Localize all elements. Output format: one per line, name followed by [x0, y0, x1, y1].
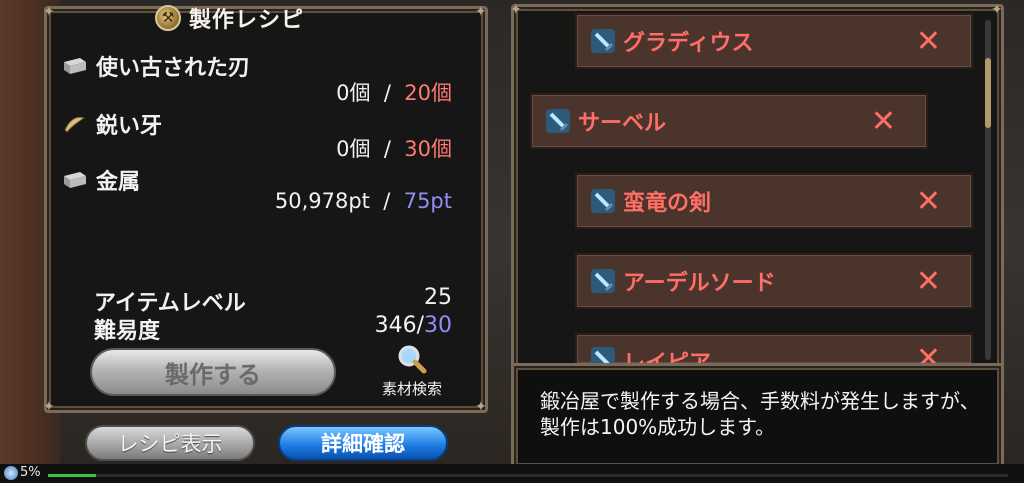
- material-name: 鋭い牙: [96, 114, 163, 139]
- material-row: 鋭い牙: [60, 108, 162, 140]
- material-quantity: 50,978pt / 75pt: [274, 189, 452, 213]
- panel-title: ⚒ 製作レシピ: [155, 2, 304, 34]
- difficulty-value: 346/30: [374, 313, 452, 338]
- item-name: グラディウス: [623, 31, 754, 56]
- difficulty-label: 難易度: [94, 319, 161, 344]
- sword-icon: [591, 189, 615, 213]
- list-item[interactable]: アーデルソード ✕: [575, 253, 973, 309]
- crafting-icon: ⚒: [155, 5, 181, 31]
- material-name: 金属: [96, 170, 141, 195]
- material-row: 金属: [60, 164, 140, 196]
- item-level-value: 25: [424, 285, 452, 310]
- material-search-label: 素材検索: [381, 380, 442, 398]
- show-recipe-button[interactable]: レシピ表示: [85, 425, 255, 461]
- sword-icon: [591, 347, 615, 363]
- unavailable-x-icon: ✕: [915, 263, 941, 299]
- corner-ornament-icon: ✦: [510, 2, 522, 18]
- sword-icon: [546, 109, 570, 133]
- fang-icon: [60, 113, 88, 135]
- list-item[interactable]: グラディウス ✕: [575, 13, 973, 69]
- material-quantity: 0個 / 20個: [336, 81, 452, 105]
- progress-bar-fill: [48, 474, 96, 477]
- list-item-selected[interactable]: サーベル ✕: [530, 93, 928, 149]
- sword-icon: [591, 29, 615, 53]
- item-name: サーベル: [578, 111, 667, 136]
- description-text: 鍛冶屋で製作する場合、手数料が発生しますが、製作は100%成功します。: [540, 389, 980, 439]
- unavailable-x-icon: ✕: [870, 103, 896, 139]
- list-item[interactable]: レイピア ✕: [575, 333, 973, 365]
- sword-icon: [591, 269, 615, 293]
- metal-ingot-icon: [60, 55, 88, 77]
- item-name: 蛮竜の剣: [623, 191, 712, 216]
- progress-bar: [48, 474, 1008, 477]
- unavailable-x-icon: ✕: [915, 341, 941, 365]
- panel-title-text: 製作レシピ: [189, 8, 305, 33]
- item-name: レイピア: [623, 351, 712, 365]
- unavailable-x-icon: ✕: [915, 183, 941, 219]
- corner-ornament-icon: ✦: [991, 2, 1003, 18]
- unavailable-x-icon: ✕: [915, 23, 941, 59]
- craft-button[interactable]: 製作する: [90, 348, 336, 396]
- material-row: 使い古された刃: [60, 50, 250, 82]
- progress-text: 5%: [20, 465, 41, 480]
- description-box: 鍛冶屋で製作する場合、手数料が発生しますが、製作は100%成功します。: [511, 363, 1004, 470]
- material-name: 使い古された刃: [96, 56, 251, 81]
- scrollbar-thumb[interactable]: [985, 58, 991, 128]
- list-item[interactable]: 蛮竜の剣 ✕: [575, 173, 973, 229]
- material-quantity: 0個 / 30個: [336, 137, 452, 161]
- corner-ornament-icon: ✦: [43, 399, 55, 415]
- magnifier-icon: [397, 344, 427, 374]
- corner-ornament-icon: ✦: [475, 4, 487, 20]
- progress-indicator: 5%: [4, 465, 41, 480]
- corner-ornament-icon: ✦: [43, 4, 55, 20]
- item-name: アーデルソード: [623, 271, 776, 296]
- material-search-button[interactable]: 素材検索: [373, 344, 451, 404]
- orb-icon: [4, 465, 18, 480]
- detail-confirm-button[interactable]: 詳細確認: [278, 425, 448, 461]
- list-scrollbar[interactable]: [985, 20, 991, 360]
- metal-ingot-icon: [60, 169, 88, 191]
- corner-ornament-icon: ✦: [475, 399, 487, 415]
